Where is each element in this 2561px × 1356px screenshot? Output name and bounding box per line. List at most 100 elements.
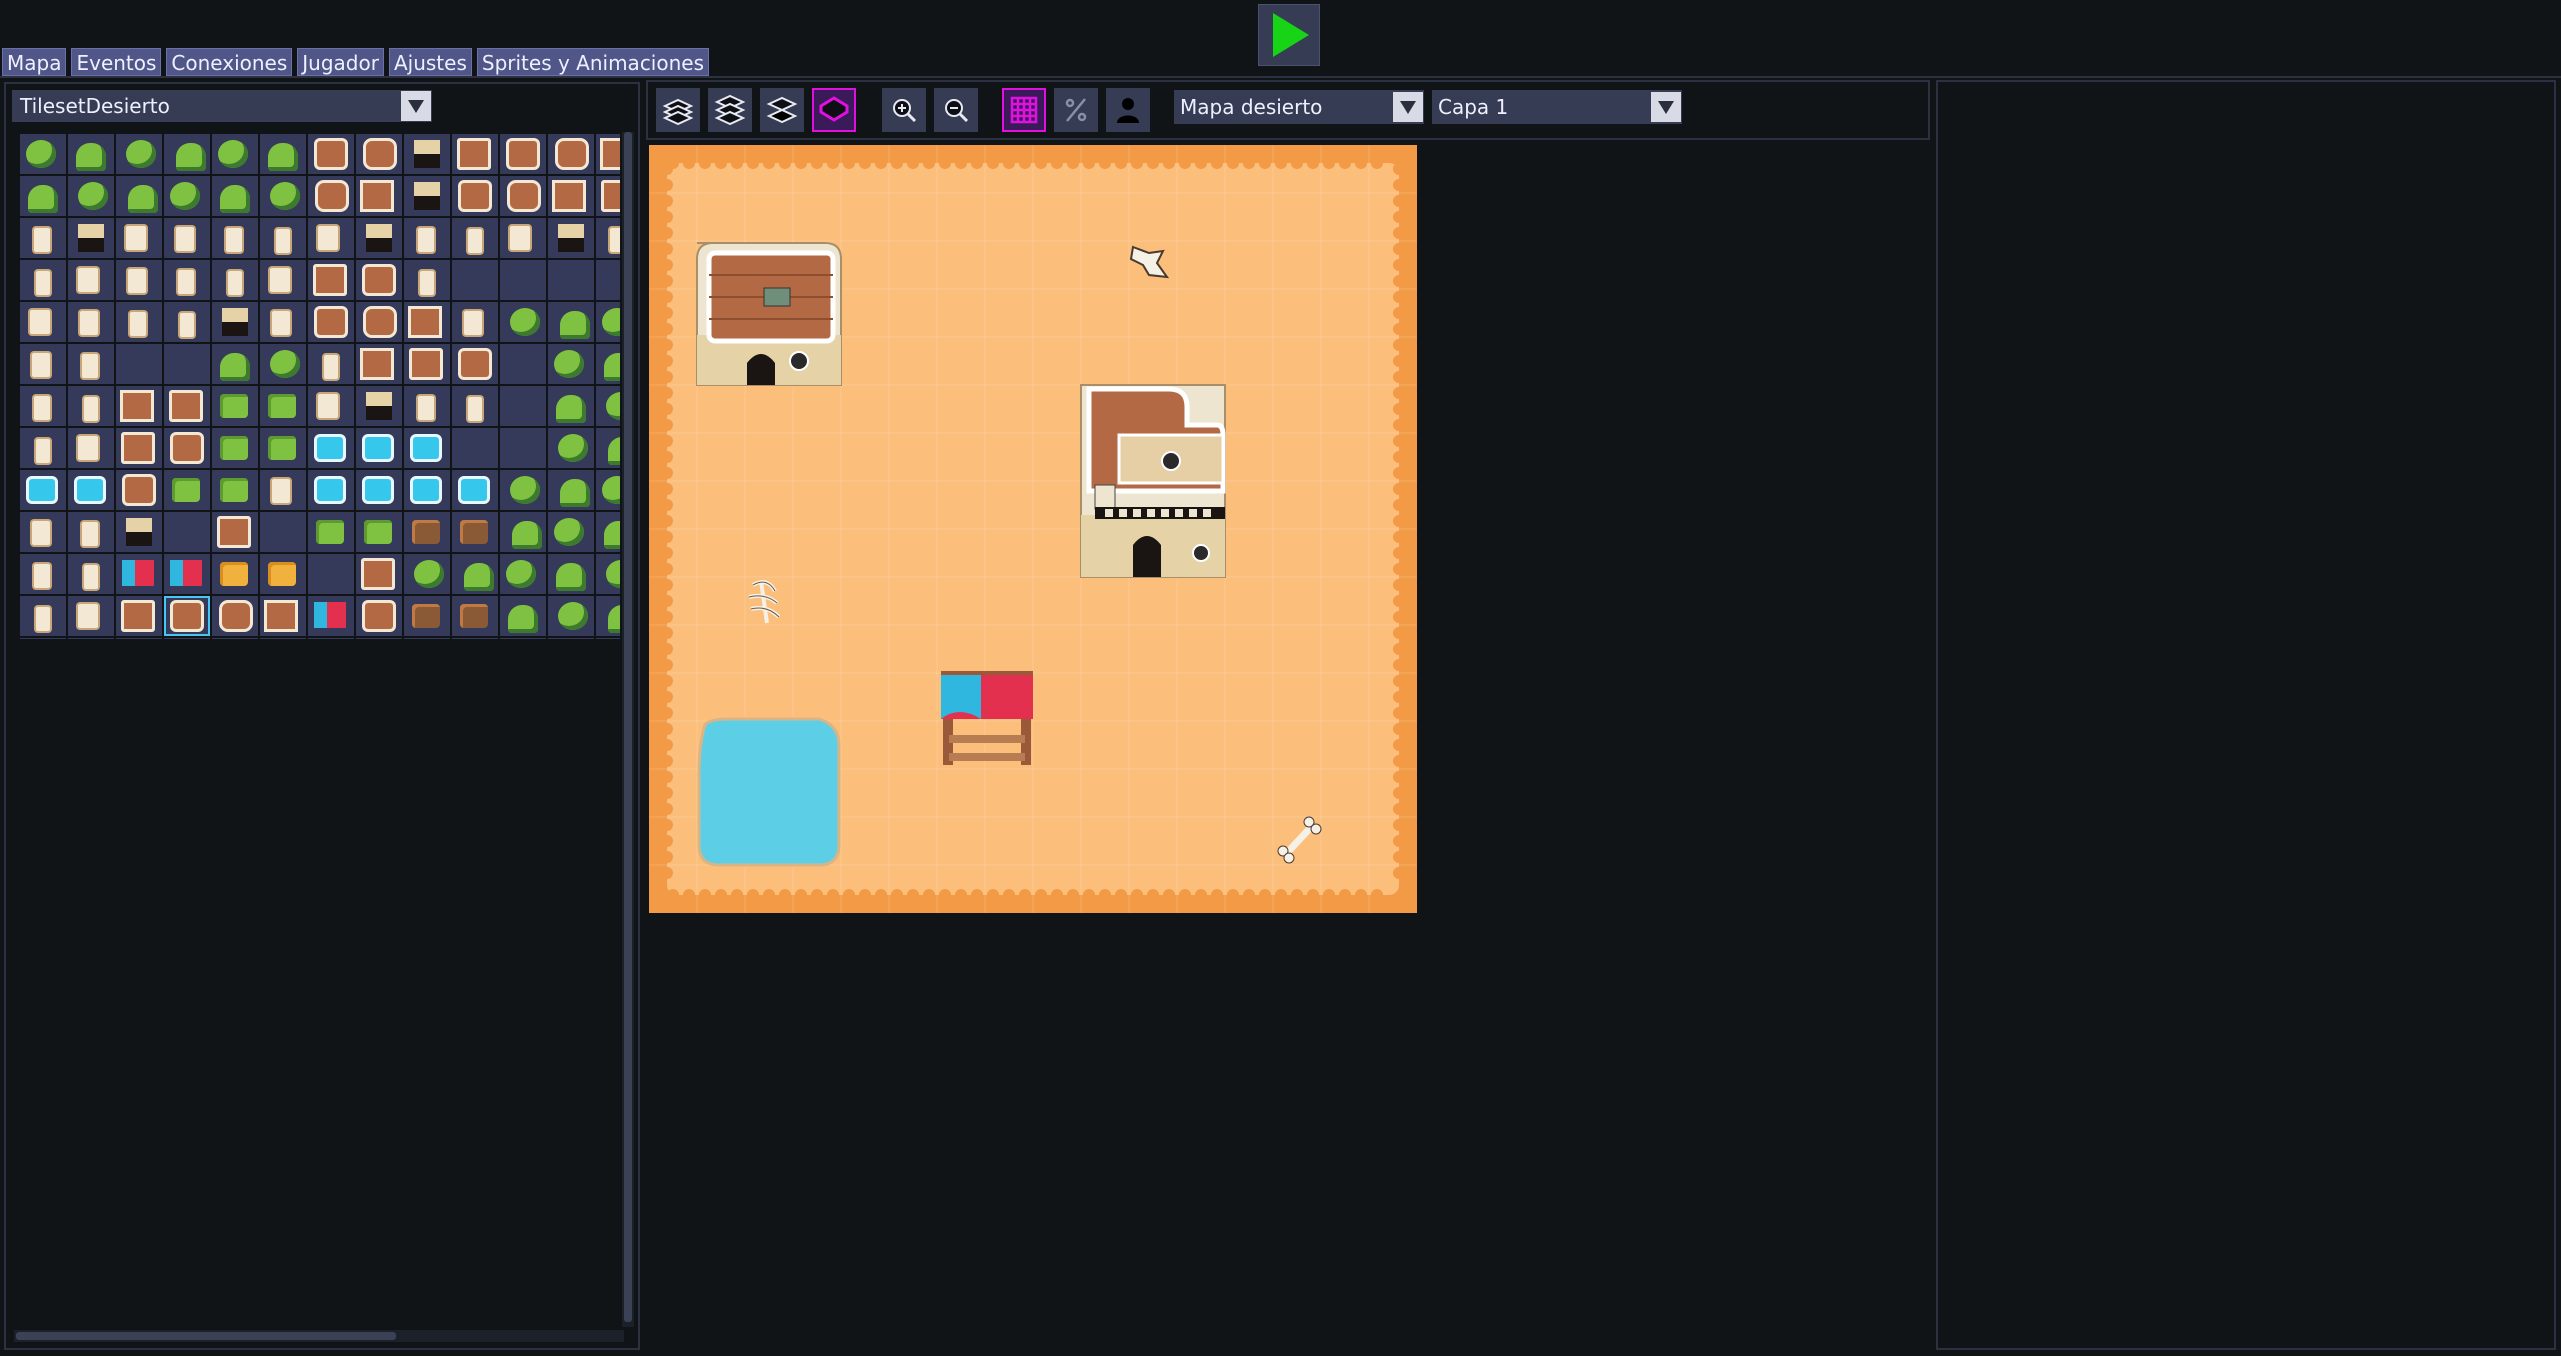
tileset-tile[interactable] xyxy=(116,218,162,258)
tileset-tile[interactable] xyxy=(212,260,258,300)
tileset-tile[interactable] xyxy=(164,596,210,636)
tileset-tile[interactable] xyxy=(20,176,66,216)
scrollbar-thumb[interactable] xyxy=(16,1332,396,1340)
tileset-tile[interactable] xyxy=(116,134,162,174)
tileset-tile[interactable] xyxy=(404,638,450,639)
layer-highlight-button[interactable] xyxy=(812,88,856,132)
zoom-out-button[interactable] xyxy=(934,88,978,132)
tileset-tile[interactable] xyxy=(308,260,354,300)
tileset-tile[interactable] xyxy=(404,386,450,426)
tileset-tile[interactable] xyxy=(404,428,450,468)
chevron-down-icon[interactable] xyxy=(401,91,431,121)
tileset-tile[interactable] xyxy=(68,134,114,174)
collision-button[interactable] xyxy=(1054,88,1098,132)
tileset-tile[interactable] xyxy=(212,470,258,510)
tileset-tile[interactable] xyxy=(356,260,402,300)
tileset-tile[interactable] xyxy=(20,428,66,468)
tab-sprites-animaciones[interactable]: Sprites y Animaciones xyxy=(476,48,710,76)
house-large[interactable] xyxy=(1080,384,1226,578)
tileset-tile[interactable] xyxy=(260,344,306,384)
tileset-tile[interactable] xyxy=(260,638,306,639)
tileset-tile[interactable] xyxy=(68,554,114,594)
tileset-tile[interactable] xyxy=(260,218,306,258)
player-button[interactable] xyxy=(1106,88,1150,132)
tileset-tile[interactable] xyxy=(116,302,162,342)
tileset-tile[interactable] xyxy=(212,638,258,639)
tileset-tile[interactable] xyxy=(164,218,210,258)
tileset-tile[interactable] xyxy=(404,302,450,342)
tileset-tile[interactable] xyxy=(164,428,210,468)
tileset-tile[interactable] xyxy=(356,176,402,216)
tileset-tile[interactable] xyxy=(404,470,450,510)
tileset-tile[interactable] xyxy=(596,134,620,174)
tileset-tile[interactable] xyxy=(116,386,162,426)
tileset-tile[interactable] xyxy=(164,344,210,384)
tileset-viewport[interactable] xyxy=(14,132,624,1327)
tileset-tile[interactable] xyxy=(116,428,162,468)
tileset-tile[interactable] xyxy=(308,386,354,426)
water-pond[interactable] xyxy=(697,717,841,867)
tileset-tile[interactable] xyxy=(452,260,498,300)
tab-mapa[interactable]: Mapa xyxy=(2,48,67,76)
tileset-tile[interactable] xyxy=(260,134,306,174)
tileset-horizontal-scrollbar[interactable] xyxy=(14,1330,624,1342)
tileset-tile[interactable] xyxy=(356,302,402,342)
tileset-tile[interactable] xyxy=(260,386,306,426)
tileset-tile[interactable] xyxy=(596,596,620,636)
tileset-tile[interactable] xyxy=(596,554,620,594)
tileset-tile[interactable] xyxy=(308,344,354,384)
tileset-tile[interactable] xyxy=(68,596,114,636)
tileset-tile[interactable] xyxy=(20,512,66,552)
tileset-tile[interactable] xyxy=(260,512,306,552)
tileset-tile[interactable] xyxy=(596,260,620,300)
tileset-tile[interactable] xyxy=(452,512,498,552)
tileset-tile[interactable] xyxy=(356,470,402,510)
tileset-tile[interactable] xyxy=(20,554,66,594)
tileset-tile[interactable] xyxy=(500,512,546,552)
tileset-tile[interactable] xyxy=(596,302,620,342)
tileset-tile[interactable] xyxy=(452,386,498,426)
tileset-tile[interactable] xyxy=(164,176,210,216)
tileset-tile[interactable] xyxy=(68,470,114,510)
tileset-tile[interactable] xyxy=(548,344,594,384)
tileset-tile[interactable] xyxy=(452,344,498,384)
chevron-down-icon[interactable] xyxy=(1651,92,1681,122)
tileset-tile[interactable] xyxy=(500,386,546,426)
tileset-tile[interactable] xyxy=(452,428,498,468)
tileset-tile[interactable] xyxy=(452,554,498,594)
tileset-tile[interactable] xyxy=(308,470,354,510)
tileset-tile[interactable] xyxy=(308,428,354,468)
tileset-select[interactable]: TilesetDesierto xyxy=(12,90,432,122)
chevron-down-icon[interactable] xyxy=(1393,92,1423,122)
tileset-tile[interactable] xyxy=(548,386,594,426)
tileset-tile[interactable] xyxy=(212,134,258,174)
tileset-tile[interactable] xyxy=(308,176,354,216)
layer-single-button[interactable] xyxy=(760,88,804,132)
tileset-tile[interactable] xyxy=(500,470,546,510)
tileset-tile[interactable] xyxy=(452,596,498,636)
tileset-tile[interactable] xyxy=(308,134,354,174)
tileset-tile[interactable] xyxy=(20,260,66,300)
tileset-tile[interactable] xyxy=(452,638,498,639)
tileset-tile[interactable] xyxy=(20,302,66,342)
tileset-tile[interactable] xyxy=(68,302,114,342)
tileset-tile[interactable] xyxy=(548,512,594,552)
layers-middle-button[interactable] xyxy=(708,88,752,132)
tileset-tile[interactable] xyxy=(68,428,114,468)
tileset-tile[interactable] xyxy=(212,386,258,426)
tileset-tile[interactable] xyxy=(212,302,258,342)
tileset-tile[interactable] xyxy=(452,134,498,174)
tileset-tile[interactable] xyxy=(20,344,66,384)
tileset-tile[interactable] xyxy=(404,134,450,174)
tileset-tile[interactable] xyxy=(404,512,450,552)
tileset-tile[interactable] xyxy=(212,428,258,468)
scrollbar-thumb[interactable] xyxy=(624,132,632,1322)
tileset-tile[interactable] xyxy=(356,218,402,258)
tileset-tile[interactable] xyxy=(164,638,210,639)
tab-conexiones[interactable]: Conexiones xyxy=(166,48,293,76)
tileset-tile[interactable] xyxy=(500,176,546,216)
tileset-tile[interactable] xyxy=(452,470,498,510)
tileset-tile[interactable] xyxy=(356,386,402,426)
tileset-tile[interactable] xyxy=(500,638,546,639)
tileset-tile[interactable] xyxy=(212,554,258,594)
